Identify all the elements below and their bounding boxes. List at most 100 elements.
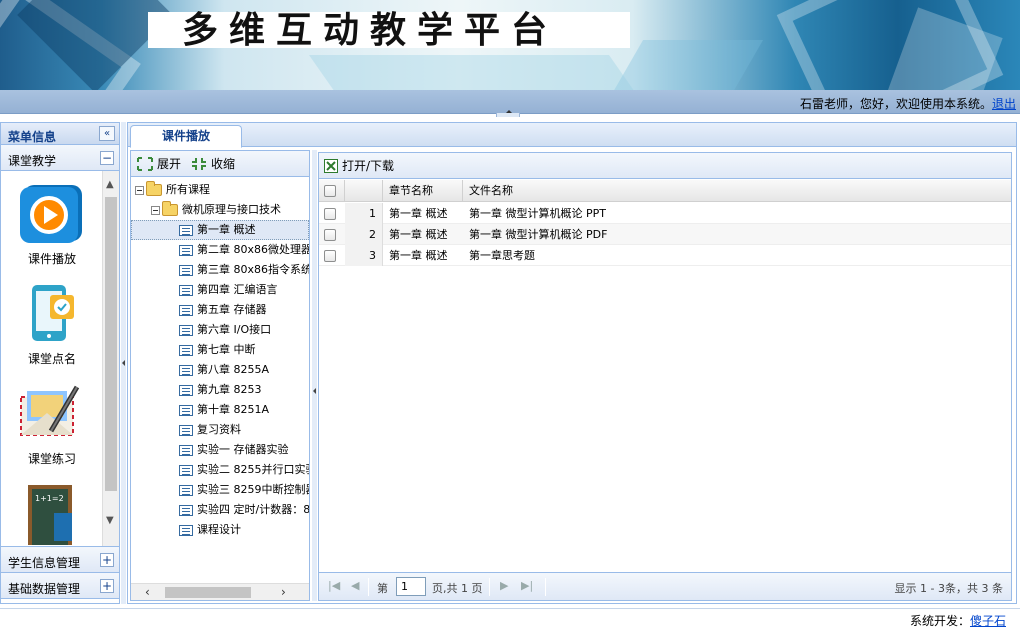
select-all-checkbox[interactable] (324, 185, 336, 197)
tree-node-label: 第七章 中断 (197, 343, 256, 356)
tree-chapter-node[interactable]: 实验四 定时/计数器：8 (179, 500, 309, 520)
column-header-chapter[interactable]: 章节名称 (383, 180, 463, 202)
tree-chapter-node[interactable]: 实验二 8255并行口实验 (179, 460, 309, 480)
tree-chapter-node[interactable]: 第二章 80x86微处理器 (179, 240, 309, 260)
row-checkbox[interactable] (324, 250, 336, 262)
document-icon (179, 364, 193, 376)
file-grid-panel: 打开/下载 章节名称 文件名称 1 第一章 概述 第一章 微型计算机概论 PPT 2 第… (318, 152, 1012, 601)
row-checkbox-cell (324, 203, 336, 224)
collapse-node-icon[interactable] (151, 205, 160, 215)
scroll-up-icon[interactable]: ▲ (106, 179, 114, 190)
footer-credit: 系统开发：傻子石 (910, 612, 1006, 629)
table-row[interactable]: 1 第一章 概述 第一章 微型计算机概论 PPT (319, 203, 1011, 224)
collapse-menu-button[interactable]: « (99, 126, 115, 141)
tree-chapter-node[interactable]: 复习资料 (179, 420, 241, 440)
tree-chapter-node[interactable]: 第一章 概述 (131, 220, 309, 240)
tree-chapter-node[interactable]: 第八章 8255A (179, 360, 269, 380)
tree-chapter-node[interactable]: 实验三 8259中断控制器 (179, 480, 309, 500)
next-page-icon[interactable]: ▶ (500, 579, 508, 592)
scroll-right-icon[interactable]: › (281, 585, 286, 599)
tree-chapter-node[interactable]: 第七章 中断 (179, 340, 256, 360)
tree-root-node[interactable]: 所有课程 (135, 180, 210, 200)
footer-label: 系统开发： (909, 614, 970, 628)
tree-chapter-node[interactable]: 第十章 8251A (179, 400, 269, 420)
row-number: 2 (345, 224, 383, 245)
tree-chapter-node[interactable]: 第六章 I/O接口 (179, 320, 271, 340)
page-number-input[interactable] (396, 577, 426, 596)
first-page-icon[interactable]: |◀ (328, 579, 340, 592)
tool-exercise[interactable]: 课堂练习 (1, 383, 103, 467)
document-icon (179, 484, 193, 496)
separator (545, 578, 546, 596)
grid-toolbar: 打开/下载 (319, 153, 1011, 179)
header-banner: 多维互动教学平台 (0, 0, 1020, 90)
accordion-body: 课件播放 课堂点名 课堂练习 1+1=2 ▲ ▼ (1, 171, 119, 547)
plus-icon[interactable]: + (100, 579, 114, 593)
open-download-button[interactable]: 打开/下载 (324, 157, 394, 174)
pagination-summary: 显示 1 - 3条，共 3 条 (894, 582, 1003, 595)
document-icon (179, 444, 193, 456)
tree-chapter-node[interactable]: 课程设计 (179, 520, 241, 540)
menu-scrollbar[interactable]: ▲ ▼ (102, 171, 119, 546)
tablet-check-icon (32, 285, 74, 341)
tree-node-label: 第六章 I/O接口 (197, 323, 272, 336)
row-number: 1 (345, 203, 383, 224)
scroll-down-icon[interactable]: ▼ (106, 515, 114, 526)
document-icon (179, 264, 193, 276)
tree-chapter-node[interactable]: 第九章 8253 (179, 380, 262, 400)
tool-roll-call[interactable]: 课堂点名 (1, 283, 103, 367)
table-row[interactable]: 2 第一章 概述 第一章 微型计算机概论 PDF (319, 224, 1011, 245)
accordion-student-info[interactable]: 学生信息管理 + (1, 547, 119, 573)
logout-link[interactable]: 退出 (992, 97, 1016, 111)
table-row[interactable]: 3 第一章 概述 第一章思考题 (319, 245, 1011, 266)
collapse-node-icon[interactable] (135, 185, 144, 195)
tab-strip: 课件播放 (128, 123, 1016, 148)
tree-node-label: 第十章 8251A (197, 403, 270, 416)
play-icon (20, 185, 82, 243)
svg-text:1+1=2: 1+1=2 (35, 494, 64, 503)
accordion-basic-data[interactable]: 基础数据管理 + (1, 573, 119, 599)
tree-chapter-node[interactable]: 第三章 80x86指令系统 (179, 260, 309, 280)
tree-horizontal-scrollbar[interactable]: ‹ › (131, 583, 309, 600)
sidebar-splitter[interactable] (121, 122, 126, 604)
tool-courseware-play[interactable]: 课件播放 (1, 183, 103, 267)
tree-node-label: 实验一 存储器实验 (197, 443, 289, 456)
last-page-icon[interactable]: ▶| (521, 579, 533, 592)
developer-link[interactable]: 傻子石 (970, 614, 1006, 628)
tree-course-node[interactable]: 微机原理与接口技术 (151, 200, 281, 220)
tree-chapter-node[interactable]: 实验一 存储器实验 (179, 440, 289, 460)
page-suffix: 页,共 1 页 (432, 582, 483, 595)
book-board-icon: 1+1=2 (28, 485, 72, 545)
separator (489, 578, 490, 596)
tree-node-label: 所有课程 (166, 183, 210, 196)
prev-page-icon[interactable]: ◀ (351, 579, 359, 592)
tool-more[interactable]: 1+1=2 (1, 483, 103, 546)
row-checkbox[interactable] (324, 208, 336, 220)
document-icon (179, 404, 193, 416)
tree-node-label: 实验二 8255并行口实验 (197, 463, 309, 476)
tab-courseware-play[interactable]: 课件播放 (130, 125, 242, 148)
tree-node-label: 课程设计 (197, 523, 241, 536)
scrollbar-thumb[interactable] (165, 587, 251, 598)
column-header-file[interactable]: 文件名称 (463, 180, 1011, 202)
expand-icon (137, 156, 153, 171)
scroll-left-icon[interactable]: ‹ (145, 585, 150, 599)
tree-chapter-node[interactable]: 第四章 汇编语言 (179, 280, 278, 300)
row-checkbox[interactable] (324, 229, 336, 241)
sidebar-menu: 菜单信息 « 课堂教学 − 课件播放 课堂点名 课堂练习 1+1=2 ▲ ▼ 学… (0, 122, 120, 604)
expand-all-button[interactable]: 展开 (137, 155, 181, 172)
footer: 系统开发：傻子石 (0, 608, 1020, 631)
collapse-all-button[interactable]: 收缩 (191, 155, 235, 172)
tool-label: 课堂点名 (27, 352, 76, 366)
document-icon (179, 464, 193, 476)
document-icon (179, 524, 193, 536)
plus-icon[interactable]: + (100, 553, 114, 567)
scrollbar-thumb[interactable] (105, 197, 117, 491)
accordion-classroom-teaching[interactable]: 课堂教学 − (1, 145, 119, 171)
tree-splitter[interactable] (312, 150, 317, 601)
minus-icon[interactable]: − (100, 151, 114, 165)
tree-chapter-node[interactable]: 第五章 存储器 (179, 300, 267, 320)
tree-node-label: 实验三 8259中断控制器 (197, 483, 309, 496)
folder-icon (162, 201, 178, 216)
user-greeting: 石雷老师，您好，欢迎使用本系统。 (799, 97, 992, 111)
